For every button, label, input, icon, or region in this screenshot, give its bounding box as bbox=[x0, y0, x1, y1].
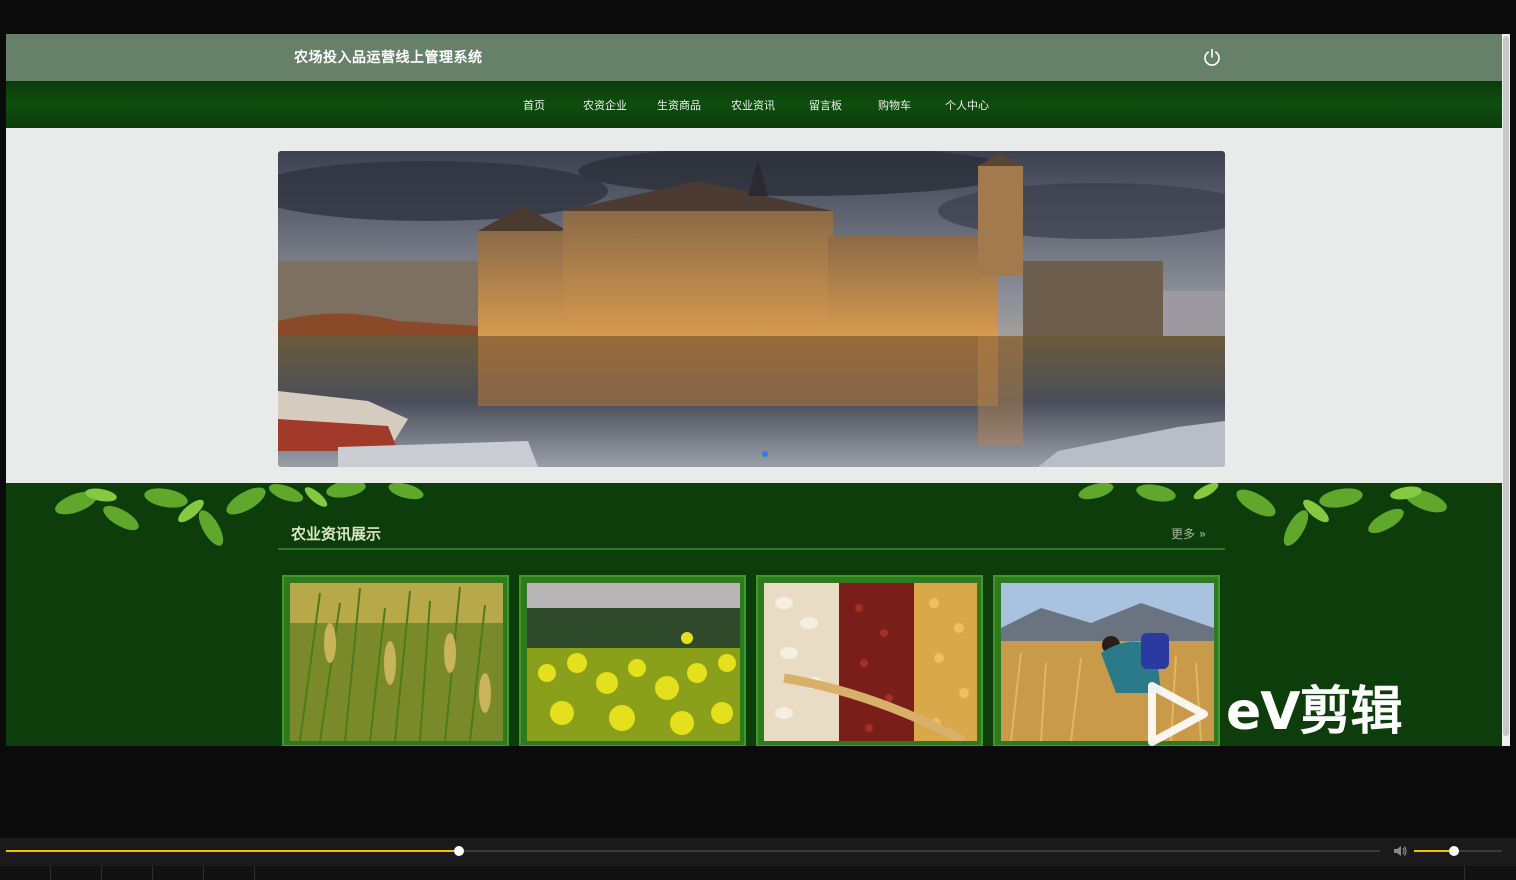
main-nav: 首页 农资企业 生资商品 农业资讯 留言板 购物车 个人中心 bbox=[6, 81, 1502, 128]
page-scrollbar[interactable] bbox=[1502, 34, 1510, 746]
nav-item-message-board[interactable]: 留言板 bbox=[809, 97, 842, 113]
carousel-banner[interactable] bbox=[278, 151, 1225, 467]
volume-handle[interactable] bbox=[1448, 846, 1459, 856]
volume-icon[interactable] bbox=[1392, 843, 1408, 859]
seek-handle[interactable] bbox=[454, 846, 465, 856]
webpage: 农场投入品运营线上管理系统 首页 农资企业 生资商品 农业资讯 留言板 购物车 … bbox=[6, 34, 1502, 746]
rice-field-image bbox=[290, 583, 503, 741]
news-card[interactable] bbox=[519, 575, 746, 746]
site-title: 农场投入品运营线上管理系统 bbox=[294, 50, 483, 66]
volume-level bbox=[1414, 850, 1454, 852]
banner-image bbox=[278, 151, 1225, 467]
timeline-strip bbox=[0, 866, 1516, 880]
nav-item-agri-enterprises[interactable]: 农资企业 bbox=[583, 97, 627, 113]
news-card[interactable] bbox=[282, 575, 509, 746]
rapeseed-field-image bbox=[527, 583, 740, 741]
right-leaf-decoration bbox=[1078, 483, 1447, 546]
news-card[interactable] bbox=[756, 575, 983, 746]
nav-item-home[interactable]: 首页 bbox=[523, 97, 545, 113]
more-link[interactable]: 更多 » bbox=[1171, 525, 1206, 542]
scrollbar-thumb[interactable] bbox=[1503, 36, 1509, 736]
power-icon[interactable] bbox=[1202, 47, 1222, 67]
nav-item-cart[interactable]: 购物车 bbox=[878, 97, 911, 113]
news-section: 农业资讯展示 更多 » bbox=[6, 483, 1502, 746]
news-card[interactable] bbox=[993, 575, 1220, 746]
video-player-controls bbox=[0, 838, 1516, 880]
nav-item-products[interactable]: 生资商品 bbox=[657, 97, 701, 113]
top-header: 农场投入品运营线上管理系统 bbox=[6, 34, 1502, 81]
wheat-harvest-image bbox=[1001, 583, 1214, 741]
section-divider bbox=[278, 548, 1225, 550]
beans-grains-image bbox=[764, 583, 977, 741]
nav-item-profile[interactable]: 个人中心 bbox=[945, 97, 989, 113]
left-leaf-decoration bbox=[55, 483, 424, 546]
news-section-title: 农业资讯展示 bbox=[291, 525, 382, 543]
carousel-indicator-dot[interactable] bbox=[762, 451, 768, 457]
nav-item-news[interactable]: 农业资讯 bbox=[731, 97, 775, 113]
seek-progress bbox=[6, 850, 460, 852]
